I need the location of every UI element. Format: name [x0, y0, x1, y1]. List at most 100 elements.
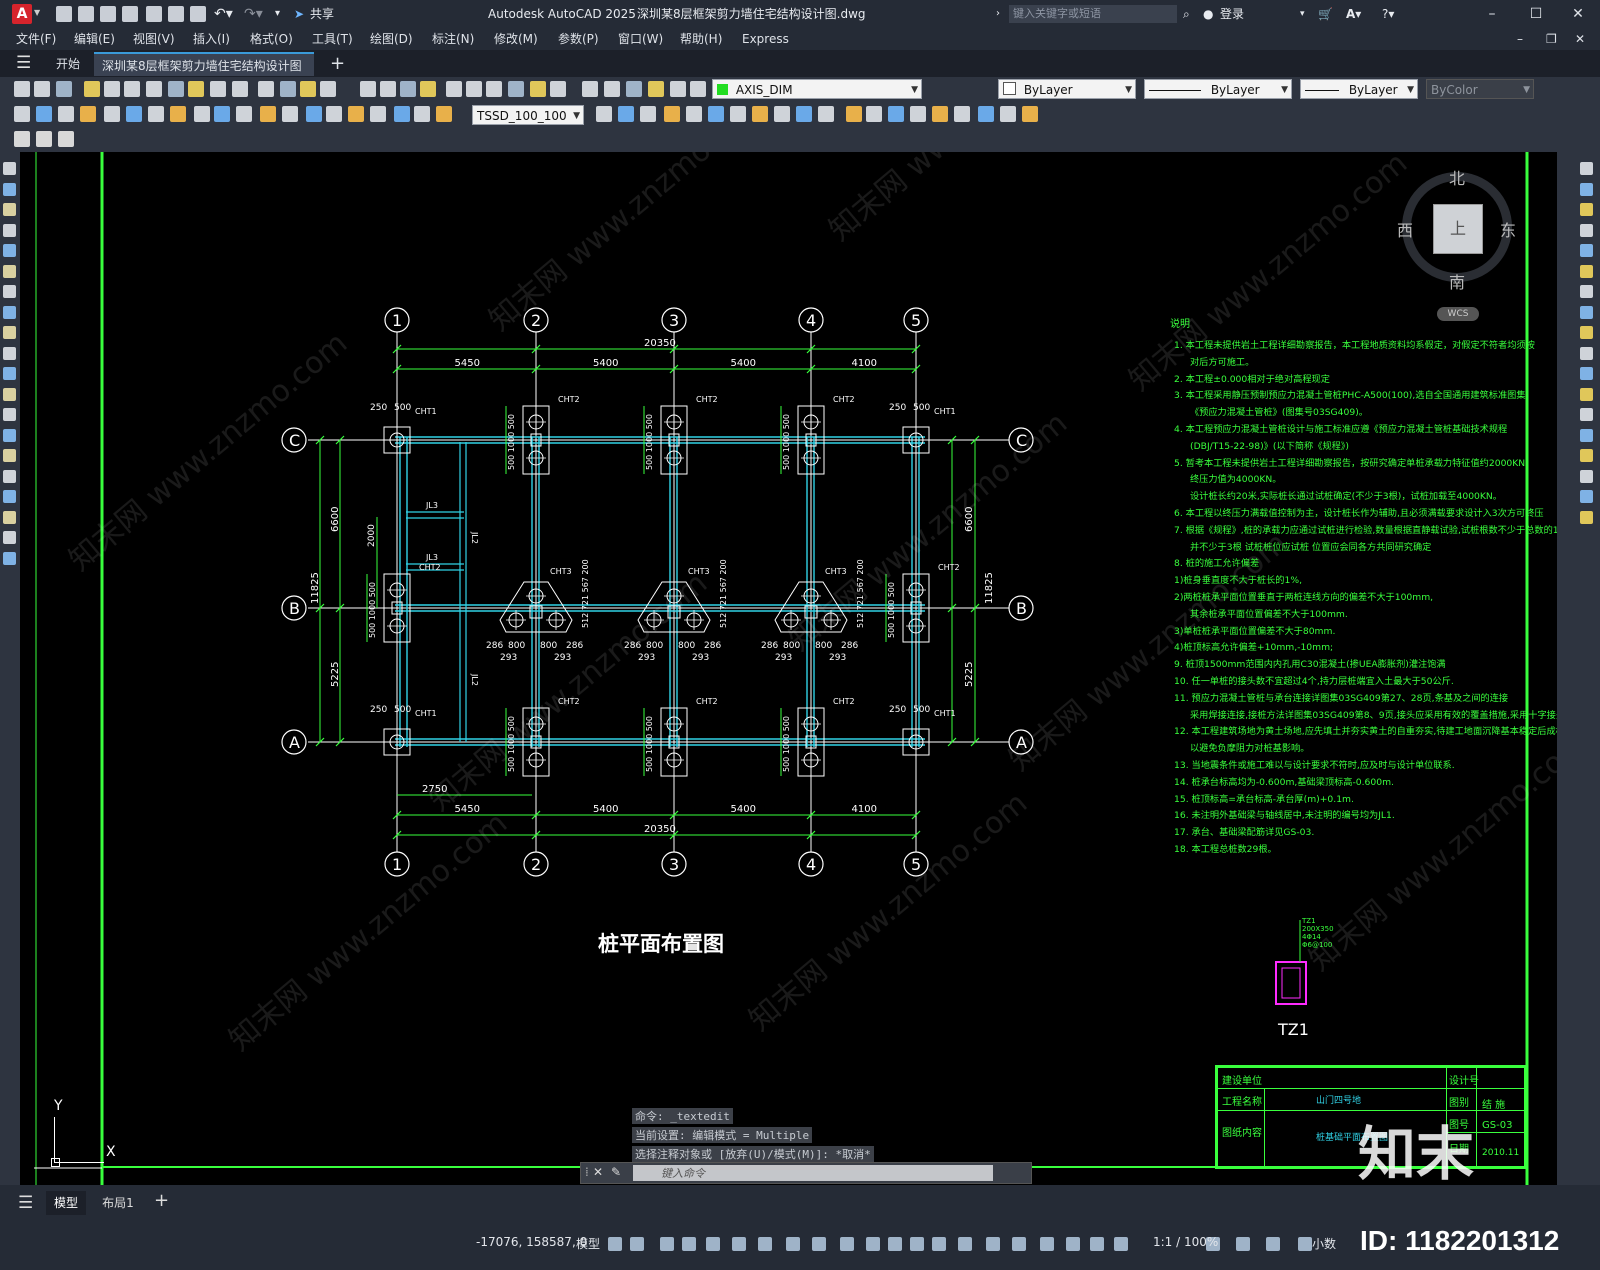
toolbar-tool-icon[interactable]	[730, 106, 746, 122]
toolbar-tool-icon[interactable]	[978, 106, 994, 122]
toolbar-tool-icon[interactable]	[752, 106, 768, 122]
help-icon[interactable]: ?▾	[1382, 0, 1394, 28]
status-toggle-icon[interactable]	[706, 1237, 720, 1251]
toolbar-tool-icon[interactable]	[214, 106, 230, 122]
status-toggle-icon[interactable]	[910, 1237, 924, 1251]
draw-tool-icon[interactable]	[3, 244, 16, 257]
draw-tool-icon[interactable]	[3, 305, 16, 319]
toolbar-tool-icon[interactable]	[420, 81, 436, 97]
login-arrow-icon[interactable]: ▾	[1300, 0, 1305, 28]
status-toggle-icon[interactable]	[986, 1237, 1000, 1251]
print-icon[interactable]	[190, 6, 206, 22]
toolbar-tool-icon[interactable]	[1022, 106, 1038, 122]
tool-icon[interactable]	[14, 131, 30, 147]
toolbar-tool-icon[interactable]	[194, 106, 210, 122]
toolbar-tool-icon[interactable]	[648, 81, 664, 97]
command-input[interactable]: 键入命令	[633, 1165, 993, 1181]
saveas-icon[interactable]	[122, 6, 138, 22]
tool-icon[interactable]	[36, 131, 52, 147]
tab-layout1[interactable]: 布局1	[96, 1191, 140, 1215]
qat-customize-icon[interactable]: ▾	[275, 0, 280, 28]
viewcube-west[interactable]: 西	[1397, 217, 1413, 241]
modify-tool-icon[interactable]	[1580, 326, 1593, 339]
publish-icon[interactable]	[146, 6, 162, 22]
toolbar-tool-icon[interactable]	[104, 81, 120, 97]
modify-tool-icon[interactable]	[1580, 305, 1593, 319]
draw-tool-icon[interactable]	[3, 490, 16, 503]
status-toggle-icon[interactable]	[932, 1237, 946, 1251]
command-customize-icon[interactable]: ✎	[611, 1165, 621, 1179]
menu-file[interactable]: 文件(F)	[16, 28, 56, 50]
status-toggle-icon[interactable]	[630, 1237, 644, 1251]
toolbar-tool-icon[interactable]	[818, 106, 834, 122]
save-icon[interactable]	[100, 6, 116, 22]
plotstyle-dropdown[interactable]: ByColor ▼	[1426, 79, 1534, 99]
toolbar-tool-icon[interactable]	[670, 81, 686, 97]
close-icon[interactable]: ✕	[1556, 0, 1600, 28]
toolbar-tool-icon[interactable]	[846, 106, 862, 122]
tool-icon[interactable]	[58, 131, 74, 147]
minimize-icon[interactable]: –	[1470, 0, 1514, 28]
layer-dropdown[interactable]: AXIS_DIM ▼	[712, 79, 922, 99]
menu-insert[interactable]: 插入(I)	[193, 28, 230, 50]
drawing-canvas[interactable]: JL3 JL3 JL2 JL2 20350 5450 5400 5400 4100 5450 54…	[20, 152, 1557, 1185]
status-toggle-icon[interactable]	[660, 1237, 674, 1251]
status-toggle-icon[interactable]	[732, 1237, 746, 1251]
status-toggle-icon[interactable]	[888, 1237, 902, 1251]
status-toggle-icon[interactable]	[1236, 1237, 1250, 1251]
toolbar-tool-icon[interactable]	[708, 106, 724, 122]
doc-restore-icon[interactable]: ❐	[1546, 28, 1557, 50]
modify-tool-icon[interactable]	[1580, 408, 1593, 421]
toolbar-tool-icon[interactable]	[326, 106, 342, 122]
dimstyle-dropdown[interactable]: TSSD_100_100 ▼	[472, 105, 584, 125]
toolbar-tool-icon[interactable]	[370, 106, 386, 122]
undo-icon[interactable]: ↶▾	[214, 0, 233, 28]
toolbar-tool-icon[interactable]	[436, 106, 452, 122]
viewcube-south[interactable]: 南	[1449, 269, 1465, 293]
tab-document[interactable]: 深圳某8层框架剪力墙住宅结构设计图* ✕	[94, 52, 314, 97]
modify-tool-icon[interactable]	[1580, 387, 1593, 401]
annotation-scale[interactable]: 1:1 / 100%	[1153, 1235, 1218, 1249]
modify-tool-icon[interactable]	[1580, 449, 1593, 462]
status-toggle-icon[interactable]	[1012, 1237, 1026, 1251]
menu-express[interactable]: Express	[742, 28, 789, 50]
toolbar-tool-icon[interactable]	[348, 106, 364, 122]
modify-tool-icon[interactable]	[1580, 162, 1593, 175]
model-space-toggle[interactable]: 模型	[576, 1235, 600, 1252]
status-toggle-icon[interactable]	[1298, 1237, 1312, 1251]
draw-tool-icon[interactable]	[3, 428, 16, 442]
toolbar-tool-icon[interactable]	[910, 106, 926, 122]
viewcube-north[interactable]: 北	[1449, 165, 1465, 189]
modify-tool-icon[interactable]	[1580, 244, 1593, 257]
status-toggle-icon[interactable]	[1066, 1237, 1080, 1251]
toolbar-tool-icon[interactable]	[466, 81, 482, 97]
draw-tool-icon[interactable]	[3, 162, 16, 175]
share-button[interactable]: 共享	[310, 0, 334, 28]
toolbar-tool-icon[interactable]	[56, 81, 72, 97]
share-icon[interactable]: ➤	[294, 0, 304, 28]
menu-window[interactable]: 窗口(W)	[618, 28, 663, 50]
draw-tool-icon[interactable]	[3, 182, 16, 196]
toolbar-tool-icon[interactable]	[80, 106, 96, 122]
command-close-icon[interactable]: ✕	[593, 1165, 603, 1179]
menu-dimension[interactable]: 标注(N)	[432, 28, 474, 50]
chevron-right-icon[interactable]: ›	[996, 0, 1000, 28]
status-toggle-icon[interactable]	[840, 1237, 854, 1251]
coordinates-readout[interactable]: -17076, 158587, 0	[476, 1235, 587, 1249]
toolbar-tool-icon[interactable]	[126, 106, 142, 122]
status-toggle-icon[interactable]	[866, 1237, 880, 1251]
tab-start[interactable]: 开始	[48, 52, 88, 76]
toolbar-tool-icon[interactable]	[888, 106, 904, 122]
modify-tool-icon[interactable]	[1580, 182, 1593, 196]
toolbar-tool-icon[interactable]	[14, 81, 30, 97]
help-search-input[interactable]: 键入关键字或短语	[1009, 5, 1177, 23]
draw-tool-icon[interactable]	[3, 469, 16, 483]
lineweight-dropdown[interactable]: ByLayer ▼	[1300, 79, 1418, 99]
wcs-menu[interactable]: WCS	[1437, 307, 1479, 321]
units-value[interactable]: 小数	[1312, 1235, 1336, 1252]
status-toggle-icon[interactable]	[758, 1237, 772, 1251]
draw-tool-icon[interactable]	[3, 264, 16, 278]
draw-tool-icon[interactable]	[3, 510, 16, 524]
add-layout-icon[interactable]: +	[154, 1190, 169, 1211]
modify-tool-icon[interactable]	[1580, 203, 1593, 216]
